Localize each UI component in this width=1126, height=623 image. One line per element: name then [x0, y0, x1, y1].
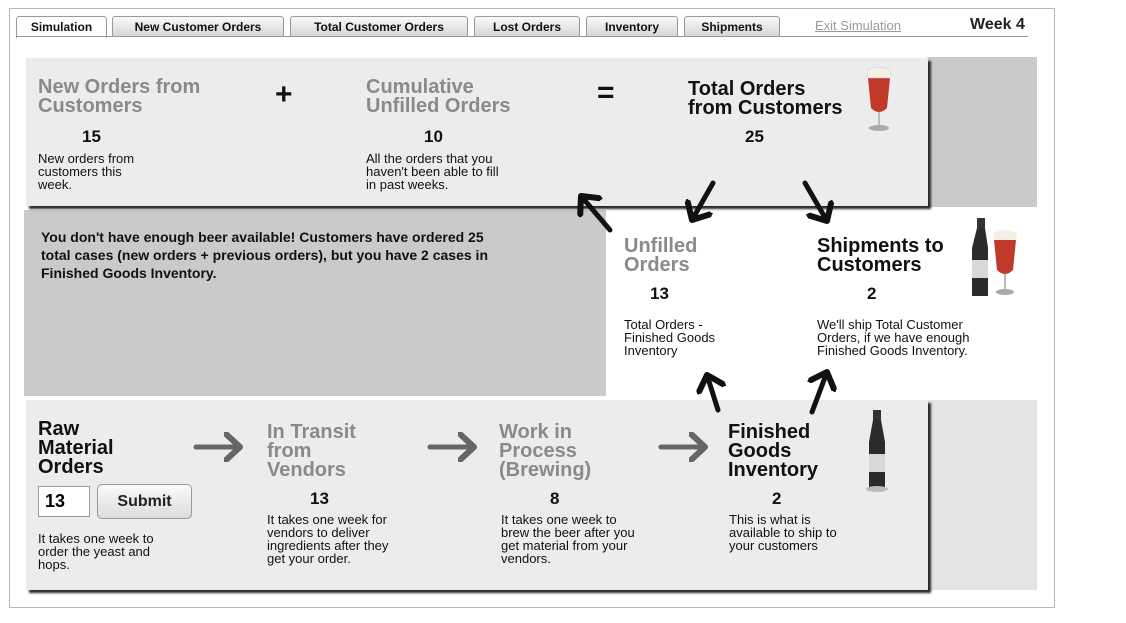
arrow-to-cumulative-unfilled: [581, 196, 613, 233]
arrow-inventory-to-shipments: [812, 372, 827, 415]
arrow-to-shipments: [802, 180, 827, 221]
flow-arrows: [193, 180, 1126, 623]
arrow-inventory-to-unfilled: [707, 375, 718, 413]
arrow-to-unfilled-orders: [692, 180, 716, 220]
